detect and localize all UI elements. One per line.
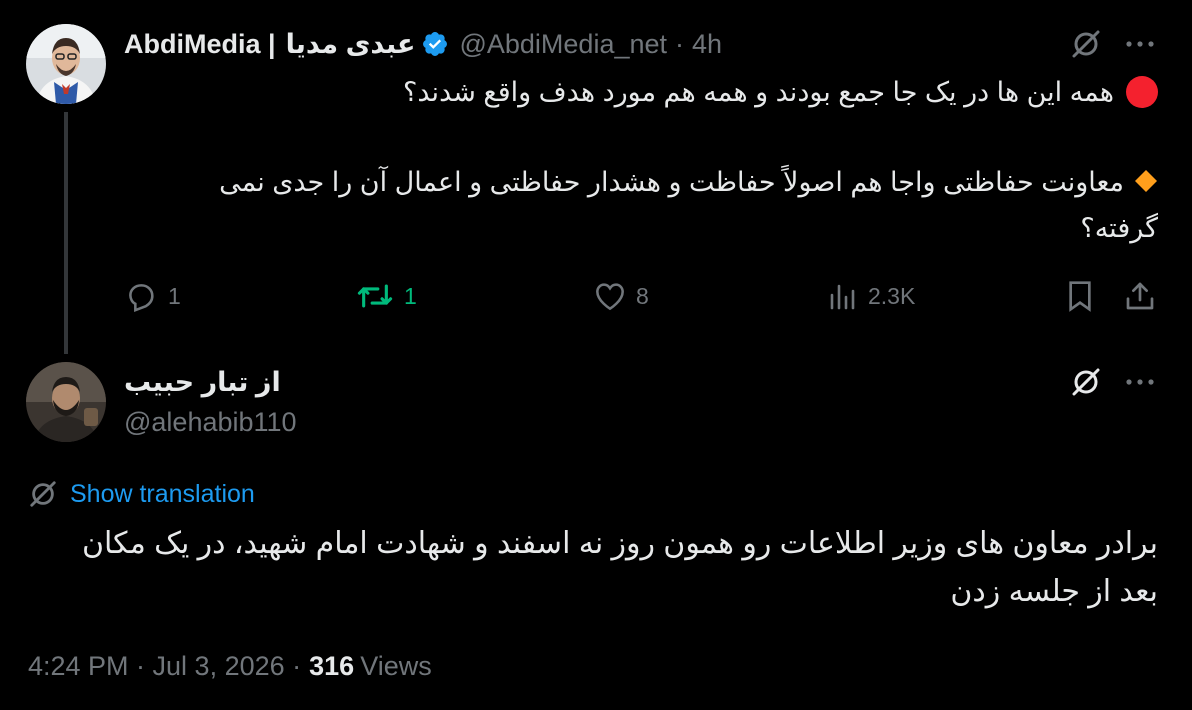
tweet2-meta-row: 4:24 PM · Jul 3, 2026 · 316 Views bbox=[28, 648, 432, 684]
grok-icon[interactable] bbox=[1068, 26, 1104, 62]
more-options-icon[interactable] bbox=[1122, 26, 1158, 62]
like-count: 8 bbox=[636, 282, 649, 309]
display-name-farsi[interactable]: عبدی مدیا bbox=[286, 29, 416, 60]
tweet1-line2-block: معاونت حفاظتی واجا هم اصولاً حفاظت و هشد… bbox=[150, 160, 1158, 250]
display-name[interactable]: از تبار حبیب bbox=[124, 367, 281, 398]
tweet1-line2: معاونت حفاظتی واجا هم اصولاً حفاظت و هشد… bbox=[219, 167, 1158, 243]
handle[interactable]: @alehabib110 bbox=[124, 404, 297, 440]
display-name-latin[interactable]: AbdiMedia | bbox=[124, 29, 276, 60]
views-count: 2.3K bbox=[868, 282, 916, 309]
grok-icon[interactable] bbox=[1068, 364, 1104, 400]
views-count: 316 bbox=[309, 650, 355, 681]
thread-line bbox=[64, 112, 68, 354]
red-circle-icon bbox=[1126, 76, 1158, 108]
avatar[interactable] bbox=[26, 24, 106, 104]
timestamp[interactable]: 4h bbox=[692, 29, 722, 60]
verified-badge-icon bbox=[421, 30, 449, 58]
handle[interactable]: @AbdiMedia_net bbox=[459, 29, 667, 60]
analytics-icon bbox=[828, 281, 858, 311]
tweet1-line1-row: همه این ها در یک جا جمع بودند و همه هم م… bbox=[150, 68, 1158, 116]
show-translation-label[interactable]: Show translation bbox=[70, 480, 255, 509]
tweet2-text: برادر معاون های وزیر اطلاعات رو همون روز… bbox=[82, 527, 1158, 608]
orange-diamond-icon bbox=[1134, 162, 1158, 206]
reply-count: 1 bbox=[168, 282, 181, 309]
avatar[interactable] bbox=[26, 362, 106, 442]
show-translation-button[interactable]: Show translation bbox=[28, 476, 255, 512]
tweet1-line1: همه این ها در یک جا جمع بودند و همه هم م… bbox=[403, 76, 1114, 107]
reply-button[interactable]: 1 bbox=[124, 278, 181, 314]
bookmark-icon[interactable] bbox=[1062, 278, 1098, 314]
like-button[interactable]: 8 bbox=[594, 278, 649, 314]
reply-icon bbox=[124, 279, 158, 313]
translate-icon bbox=[28, 479, 58, 509]
separator: · bbox=[675, 28, 685, 59]
more-options-icon[interactable] bbox=[1122, 364, 1158, 400]
views-label: Views bbox=[360, 650, 432, 681]
share-icon[interactable] bbox=[1122, 278, 1158, 314]
tweet2-name-row: از تبار حبیب bbox=[124, 364, 281, 400]
post-timestamp[interactable]: 4:24 PM · Jul 3, 2026 · bbox=[28, 651, 301, 682]
tweet1-header: AbdiMedia | عبدی مدیا @AbdiMedia_net · 4… bbox=[124, 26, 722, 62]
repost-count: 1 bbox=[404, 282, 417, 309]
views-button[interactable]: 2.3K bbox=[828, 278, 915, 314]
repost-button[interactable]: 1 bbox=[356, 278, 417, 314]
repost-icon bbox=[356, 279, 394, 313]
heart-icon bbox=[594, 281, 626, 311]
